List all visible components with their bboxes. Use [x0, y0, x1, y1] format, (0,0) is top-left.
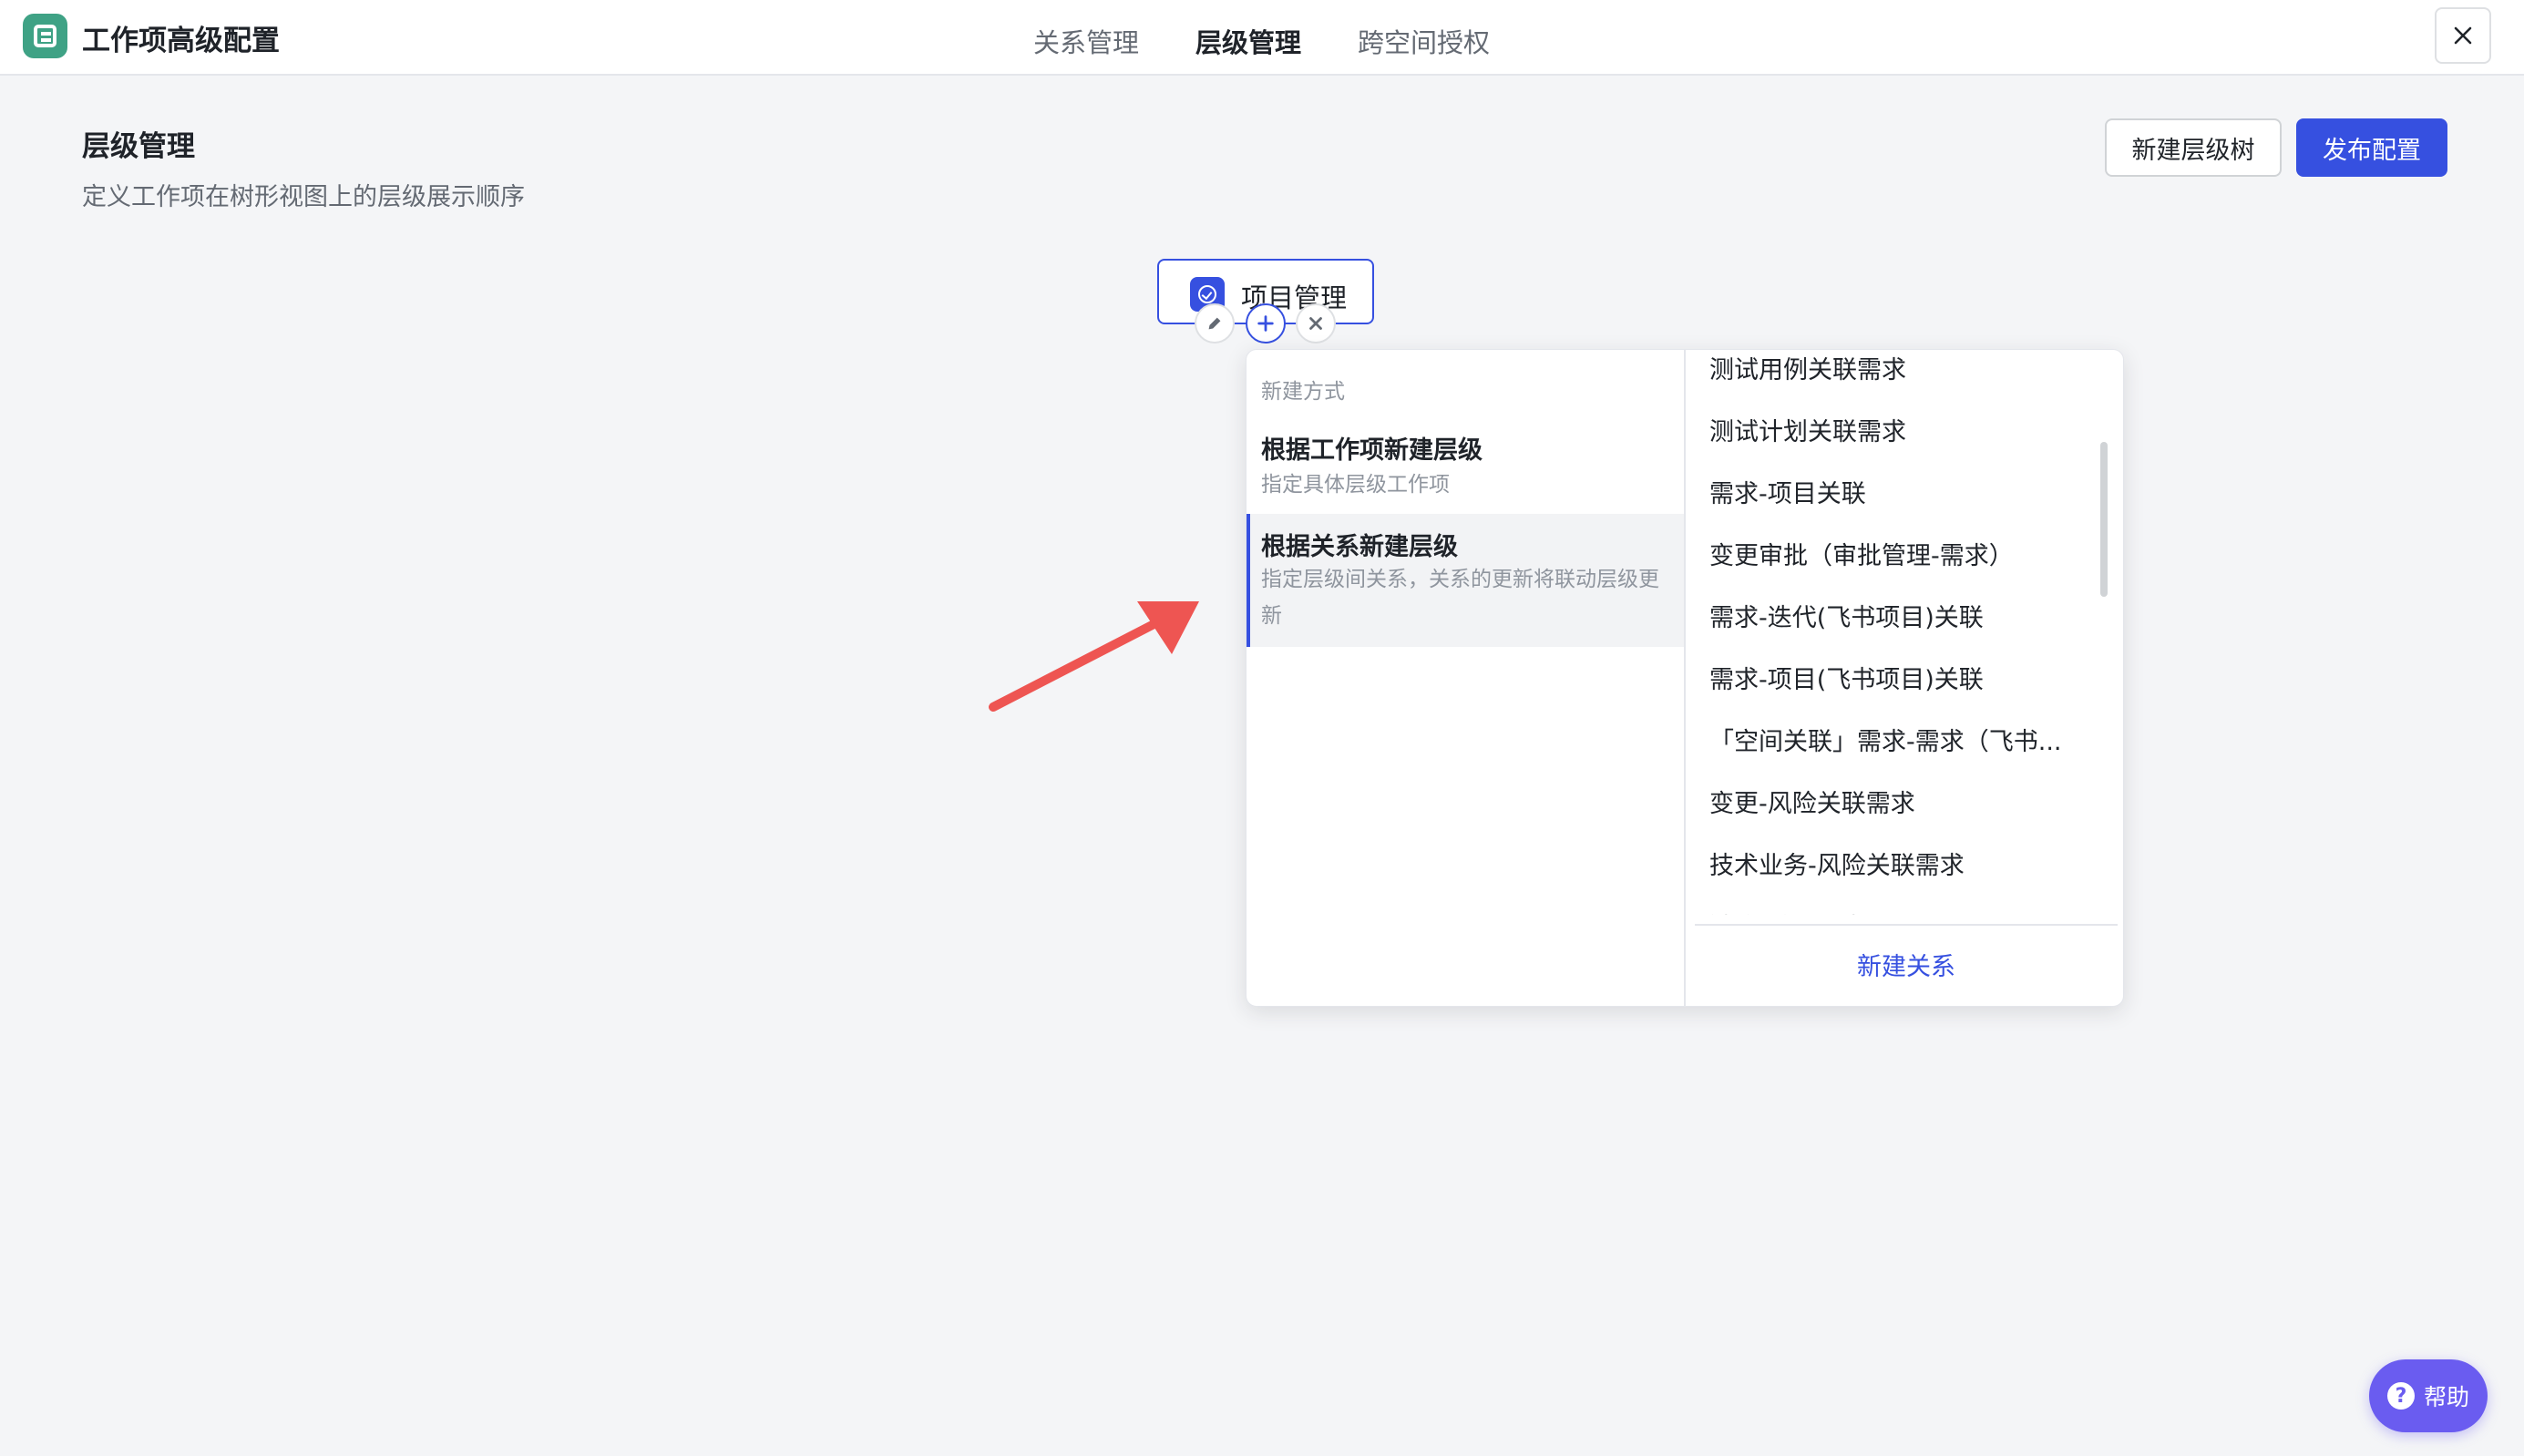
option-description: 指定层级间关系，关系的更新将联动层级更新: [1261, 568, 1659, 628]
option-create-by-relation[interactable]: 根据关系新建层级 指定层级间关系，关系的更新将联动层级更新: [1247, 514, 1684, 647]
create-hierarchy-panel: 新建方式 根据工作项新建层级 指定具体层级工作项 根据关系新建层级 指定层级间关…: [1246, 349, 2124, 1007]
divider: [1695, 924, 2118, 926]
relation-item[interactable]: 技术业务-风险关联需求: [1709, 846, 2092, 881]
creation-method-heading: 新建方式: [1261, 380, 1345, 404]
add-child-button[interactable]: [1246, 303, 1286, 343]
app-title: 工作项高级配置: [82, 25, 280, 57]
new-hierarchy-tree-button[interactable]: 新建层级树: [2105, 118, 2282, 177]
help-label: 帮助: [2423, 1384, 2469, 1410]
publish-config-button[interactable]: 发布配置: [2296, 118, 2447, 177]
new-relation-link[interactable]: 新建关系: [1688, 947, 2123, 982]
pencil-icon: [1208, 317, 1221, 330]
delete-node-button[interactable]: [1296, 303, 1336, 343]
relation-item[interactable]: 变更-风险关联需求: [1709, 784, 2092, 819]
option-title: 根据工作项新建层级: [1261, 436, 1483, 465]
option-create-by-work-item[interactable]: 根据工作项新建层级 指定具体层级工作项: [1247, 423, 1684, 514]
top-bar: 工作项高级配置 关系管理 层级管理 跨空间授权: [0, 0, 2524, 76]
relation-item[interactable]: 测试用例关联需求: [1709, 350, 2092, 385]
relation-item[interactable]: 「空间关联」需求-需求（飞书...: [1709, 722, 2092, 757]
relation-list-column: 测试用例关联需求 测试计划关联需求 需求-项目关联 变更审批（审批管理-需求） …: [1688, 350, 2123, 1006]
close-icon: [2454, 26, 2472, 45]
annotation-arrow-icon: [989, 601, 1199, 712]
help-button[interactable]: ? 帮助: [2369, 1359, 2488, 1432]
relation-item[interactable]: 需求-项目关联: [1709, 474, 2092, 509]
relation-item[interactable]: 变更审批（审批管理-需求）: [1709, 536, 2092, 571]
close-button[interactable]: [2435, 7, 2491, 64]
page-title: 层级管理: [82, 130, 195, 163]
question-icon: ?: [2386, 1382, 2415, 1410]
relation-item[interactable]: 测试计划关联需求: [1709, 412, 2092, 447]
relation-list-scrollbar[interactable]: [2100, 442, 2108, 597]
option-description: 指定具体层级工作项: [1261, 473, 1450, 497]
creation-method-column: 新建方式 根据工作项新建层级 指定具体层级工作项 根据关系新建层级 指定层级间关…: [1247, 350, 1686, 1006]
page-description: 定义工作项在树形视图上的层级展示顺序: [82, 183, 525, 211]
plus-icon: [1257, 315, 1274, 332]
close-icon: [1309, 317, 1322, 330]
tab-relation-management[interactable]: 关系管理: [1033, 22, 1139, 60]
edit-node-button[interactable]: [1195, 303, 1235, 343]
relation-list[interactable]: 测试用例关联需求 测试计划关联需求 需求-项目关联 变更审批（审批管理-需求） …: [1688, 350, 2123, 915]
relation-item[interactable]: 需求-迭代(飞书项目)关联: [1709, 598, 2092, 633]
tab-hierarchy-management[interactable]: 层级管理: [1195, 22, 1301, 60]
relation-item[interactable]: 需求-项目(飞书项目)关联: [1709, 660, 2092, 695]
tab-cross-space-authorization[interactable]: 跨空间授权: [1358, 22, 1490, 60]
app-logo-icon: [23, 14, 67, 58]
option-title: 根据关系新建层级: [1261, 533, 1458, 561]
relation-item[interactable]: 缺陷-关联需求: [1709, 907, 2092, 915]
